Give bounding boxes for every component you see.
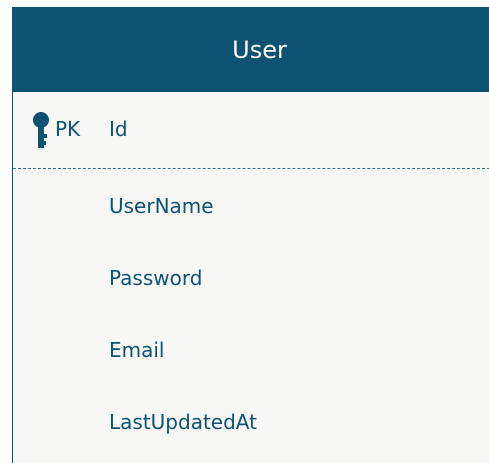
field-name-lastupdatedat: LastUpdatedAt xyxy=(109,410,257,434)
entity-title: User xyxy=(232,35,287,64)
attribute-row-username[interactable]: UserName xyxy=(13,169,489,241)
field-name-email: Email xyxy=(109,338,165,362)
entity-table-user[interactable]: User PK Id UserName Password Email LastU… xyxy=(12,7,489,463)
field-name-id: Id xyxy=(109,117,128,141)
field-name-username: UserName xyxy=(109,194,214,218)
attribute-row-password[interactable]: Password xyxy=(13,241,489,313)
entity-header[interactable]: User xyxy=(13,7,489,92)
field-name-password: Password xyxy=(109,266,203,290)
attribute-row-lastupdatedat[interactable]: LastUpdatedAt xyxy=(13,385,489,457)
key-icon xyxy=(33,112,49,148)
attribute-row-email[interactable]: Email xyxy=(13,313,489,385)
primary-key-marker: PK xyxy=(55,117,81,141)
primary-key-row[interactable]: PK Id xyxy=(13,92,489,169)
